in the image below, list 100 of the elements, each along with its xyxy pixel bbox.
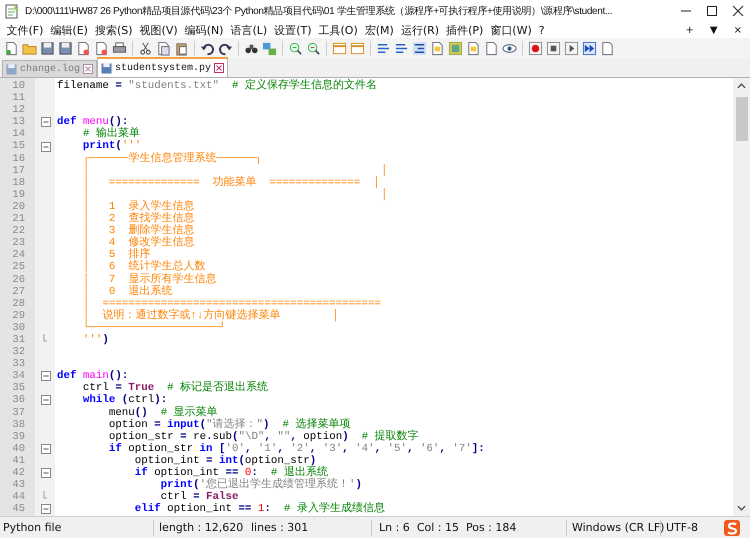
zoom-in-icon[interactable] xyxy=(288,40,303,56)
menu-button[interactable]: × xyxy=(726,24,750,36)
scissors-icon[interactable] xyxy=(138,40,153,56)
line-number: 13 xyxy=(11,116,26,128)
fold-toggle-icon[interactable] xyxy=(41,116,52,128)
line-number: 39 xyxy=(11,430,26,443)
menu-item[interactable]: 视图(V) xyxy=(136,22,182,38)
input-method-icon[interactable] xyxy=(724,520,740,536)
picture-frame-icon[interactable] xyxy=(448,40,463,56)
length-info: length : 12,620 xyxy=(158,521,244,534)
maximize-icon[interactable] xyxy=(706,5,718,17)
file-tab[interactable]: studentsystem.py xyxy=(97,57,228,77)
close-all-icon[interactable] xyxy=(94,40,109,56)
line-number: 36 xyxy=(11,394,26,407)
line-number: 35 xyxy=(11,382,26,394)
line-number: 44 xyxy=(11,491,26,504)
document-icon[interactable] xyxy=(466,40,481,56)
copy-icon[interactable] xyxy=(156,40,171,56)
menu-item[interactable]: 工具(O) xyxy=(315,22,362,38)
zoom-out-icon[interactable] xyxy=(306,40,321,56)
cursor-line: Ln : 6 xyxy=(378,521,410,534)
fold-toggle-icon[interactable] xyxy=(41,394,52,406)
fold-toggle-icon[interactable] xyxy=(41,370,52,382)
save-icon xyxy=(6,64,17,74)
play-icon[interactable] xyxy=(564,40,579,56)
code-line: │ 3 删除学生信息 xyxy=(82,225,194,238)
line-number: 10 xyxy=(11,80,26,92)
paste-icon[interactable] xyxy=(174,40,189,56)
fold-toggle-icon[interactable] xyxy=(41,503,52,516)
record-icon[interactable] xyxy=(528,40,543,56)
new-file-icon[interactable] xyxy=(4,40,19,56)
line-number: 27 xyxy=(11,286,26,298)
save-icon[interactable] xyxy=(40,40,55,56)
code-line: elif option_int == 1: # 录入学生成绩信息 xyxy=(134,503,385,516)
code-line: ctrl = False xyxy=(160,491,238,504)
menu-item[interactable]: 文件(F) xyxy=(3,22,47,38)
close-file-icon[interactable] xyxy=(76,40,91,56)
menu-button[interactable]: + xyxy=(678,24,702,36)
menu-item[interactable]: ? xyxy=(535,24,548,36)
window-icon[interactable] xyxy=(332,40,347,56)
code-line: if option_int == 0: # 退出系统 xyxy=(134,467,328,479)
code-line: print(''' xyxy=(82,140,142,152)
line-number: 21 xyxy=(11,213,26,226)
code-line: option = input("请选择：") # 选择菜单项 xyxy=(108,418,350,431)
code-line: ┌──────学生信息管理系统──────┐ xyxy=(82,152,262,165)
menu-item[interactable]: 编辑(E) xyxy=(46,22,92,38)
fold-toggle-icon[interactable] xyxy=(41,140,52,153)
line-number: 24 xyxy=(11,249,26,262)
menu-item[interactable]: 插件(P) xyxy=(442,22,487,38)
lines-info: lines : 301 xyxy=(251,521,310,534)
line-number: 25 xyxy=(11,261,26,274)
app-icon xyxy=(4,3,20,19)
line-number: 45 xyxy=(11,503,26,516)
code-line: if option_str in ['0', '1', '2', '3', '4', '5', '6', '7']: xyxy=(108,442,485,455)
fold-toggle-icon[interactable] xyxy=(41,467,52,480)
printer-icon[interactable] xyxy=(112,40,127,56)
code-line: filename = "students.txt" # 定义保存学生信息的文件名 xyxy=(56,80,377,92)
line-number: 19 xyxy=(11,188,26,201)
line-number: 33 xyxy=(11,358,26,370)
menu-item[interactable]: 设置(T) xyxy=(270,22,315,38)
line-number: 37 xyxy=(11,406,26,419)
line-number: 31 xyxy=(11,334,26,346)
menu-item[interactable]: 窗口(W) xyxy=(486,22,536,38)
scroll-thumb[interactable] xyxy=(736,97,748,141)
menu-item[interactable]: 运行(R) xyxy=(397,22,443,38)
line-number: 23 xyxy=(11,237,26,250)
line-number: 29 xyxy=(11,310,26,322)
scroll-down-icon[interactable] xyxy=(737,505,746,511)
code-line: │ 7 显示所有学生信息 xyxy=(82,274,216,286)
code-line: def main(): xyxy=(56,370,128,382)
menu-item[interactable]: 语言(L) xyxy=(226,22,271,38)
line-number: 38 xyxy=(11,418,26,431)
code-line: option_str = re.sub("\D", "", option) # 提取数字 xyxy=(108,430,419,443)
code-line: def menu(): xyxy=(56,116,128,128)
line-number: 16 xyxy=(11,152,26,165)
save-all-icon[interactable] xyxy=(58,40,73,56)
scroll-up-icon[interactable] xyxy=(737,83,746,89)
document-icon[interactable] xyxy=(430,40,445,56)
close-icon[interactable] xyxy=(732,5,744,17)
indent-icon[interactable] xyxy=(412,40,427,56)
line-number: 34 xyxy=(11,370,26,382)
line-number: 15 xyxy=(11,140,26,153)
fold-toggle-icon[interactable] xyxy=(41,442,52,455)
menu-item[interactable]: 编码(N) xyxy=(181,22,227,38)
line-number: 42 xyxy=(11,467,26,480)
fast-forward-icon[interactable] xyxy=(582,40,597,56)
document-icon[interactable] xyxy=(484,40,499,56)
line-number: 41 xyxy=(11,454,26,467)
menu-button[interactable]: ▼ xyxy=(702,24,726,36)
stop-icon[interactable] xyxy=(546,40,561,56)
window-icon[interactable] xyxy=(350,40,365,56)
code-line: │ 6 统计学生总人数 xyxy=(82,261,206,274)
file-type: Python file xyxy=(2,521,62,534)
scrollbar[interactable] xyxy=(733,78,750,516)
menu-item[interactable]: 搜索(S) xyxy=(91,22,136,38)
line-number: 14 xyxy=(11,128,26,140)
document-icon[interactable] xyxy=(600,40,615,56)
menu-item[interactable]: 宏(M) xyxy=(361,22,398,38)
window-title: D:\000\111\HW87 26 Python精品项目源代码\23个 Python精品项目代码\01 学生管理系统（源程序+可执行程序+使用说明）\源程序\student... xyxy=(25,4,614,18)
cursor-column: Col : 15 xyxy=(410,521,459,534)
